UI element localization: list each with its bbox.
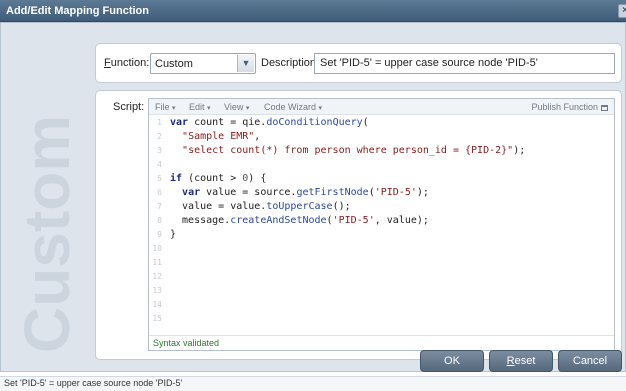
window-icon [601,105,608,111]
dialog-title: Add/Edit Mapping Function [6,5,149,17]
ok-button[interactable]: OK [420,350,484,372]
code-line[interactable]: var count = qie.doConditionQuery( [170,117,369,128]
line-number: 7 [157,202,162,211]
close-icon[interactable]: × [618,4,626,18]
status-bar-text: Set 'PID-5' = upper case source node 'PI… [4,378,183,388]
syntax-status-bar: Syntax validated [149,335,614,350]
line-number: 3 [157,146,162,155]
function-panel: Function: Custom ▼ Description: Set 'PID… [95,43,622,83]
code-area[interactable]: 1 2 3 4 5 6 7 8 9 10 11 12 13 14 15 var … [149,116,614,335]
editor-toolbar: File ▾ Edit ▾ View ▾ Code Wizard ▾ Publi… [149,99,614,115]
function-label-hotkey: F [104,57,111,69]
status-bar: Set 'PID-5' = upper case source node 'PI… [0,376,626,391]
line-number: 14 [152,300,162,309]
line-number: 5 [157,174,162,183]
publish-function-button[interactable]: Publish Function [531,102,608,112]
reset-button[interactable]: Reset [489,350,553,372]
code-line[interactable]: "select count(*) from person where perso… [170,145,525,156]
line-number: 4 [157,160,162,169]
line-number: 13 [152,286,162,295]
line-number-gutter: 1 2 3 4 5 6 7 8 9 10 11 12 13 14 15 [149,116,166,335]
line-number: 12 [152,272,162,281]
code-line[interactable]: message.createAndSetNode('PID-5', value)… [170,215,429,226]
line-number: 1 [157,118,162,127]
script-editor[interactable]: File ▾ Edit ▾ View ▾ Code Wizard ▾ Publi… [148,98,615,351]
chevron-down-icon[interactable]: ▼ [237,55,254,72]
syntax-status: Syntax validated [153,338,220,348]
menu-view[interactable]: View ▾ [224,102,249,112]
script-label: Script: [113,101,145,113]
line-number: 2 [157,132,162,141]
line-number: 15 [152,314,162,323]
function-select[interactable]: Custom ▼ [150,53,256,74]
code-line[interactable]: } [170,229,176,240]
cancel-button[interactable]: Cancel [558,350,622,372]
function-label: Function: [104,57,149,69]
line-number: 11 [152,258,162,267]
line-number: 6 [157,188,162,197]
mapping-function-dialog: Custom Function: Custom ▼ Description: S… [0,22,626,372]
description-input[interactable]: Set 'PID-5' = upper case source node 'PI… [314,53,615,74]
code-line[interactable]: "Sample EMR", [170,131,260,142]
custom-watermark: Custom [7,63,97,363]
code-line[interactable]: if (count > 0) { [170,173,266,184]
watermark-text: Custom [11,115,83,353]
line-number: 8 [157,216,162,225]
code-line[interactable]: value = value.toUpperCase(); [170,201,351,212]
menu-code-wizard[interactable]: Code Wizard ▾ [264,102,322,112]
dialog-titlebar: Add/Edit Mapping Function × [0,0,626,22]
line-number: 9 [157,230,162,239]
code-line[interactable]: var value = source.getFirstNode('PID-5')… [170,187,429,198]
script-panel: Script: File ▾ Edit ▾ View ▾ Code Wizard… [95,90,622,360]
description-label: Description: [261,57,320,69]
menu-edit[interactable]: Edit ▾ [189,102,211,112]
function-select-value: Custom [155,58,193,70]
function-label-rest: unction: [110,57,150,69]
menu-file[interactable]: File ▾ [155,102,176,112]
line-number: 10 [152,244,162,253]
